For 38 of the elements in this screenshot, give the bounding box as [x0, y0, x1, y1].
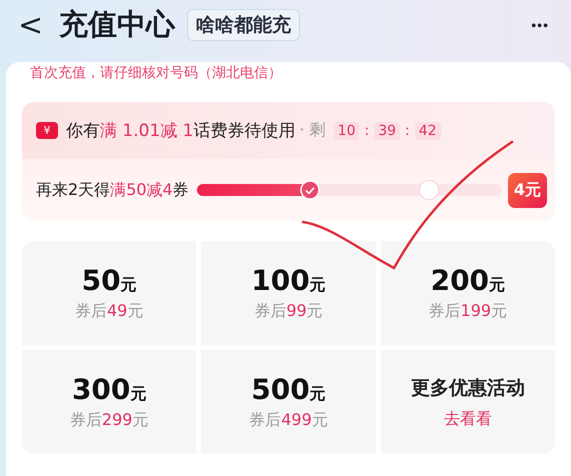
discounted-price: 券后99元 — [254, 301, 323, 322]
amount-value: 100 — [251, 264, 310, 297]
amount-value: 500 — [251, 373, 310, 406]
more-button[interactable]: ••• — [531, 17, 549, 33]
notice-text: 首次充值，请仔细核对号码（湖北电信） — [29, 64, 283, 83]
amount-tile[interactable]: 500元 券后499元 — [201, 350, 376, 454]
discounted-price: 券后199元 — [428, 301, 508, 322]
amount-tile[interactable]: 50元 券后49元 — [22, 241, 196, 345]
back-button[interactable]: < — [14, 8, 48, 42]
amount-value: 300 — [72, 373, 130, 406]
promo-link[interactable]: 去看看 — [444, 408, 492, 430]
amount-tile[interactable]: 300元 券后299元 — [22, 350, 196, 454]
yen-icon: ¥ — [36, 122, 58, 139]
countdown-digits: 42 — [414, 122, 441, 140]
amount-unit: 元 — [310, 384, 326, 405]
discounted-price: 券后299元 — [70, 410, 148, 431]
countdown-separator: : — [404, 122, 411, 138]
countdown-digits: 10 — [334, 122, 360, 140]
countdown-digits: 39 — [374, 122, 400, 140]
discounted-price: 券后499元 — [249, 410, 328, 431]
coupon-text: 你有满 1.01减 1话费券待使用 — [66, 120, 296, 142]
slogan-badge: 啥啥都能充 — [187, 9, 300, 41]
countdown-separator: : — [363, 122, 370, 138]
amount-tile[interactable]: 更多优惠活动 去看看 — [380, 350, 555, 454]
remaining-label: · 剩 — [299, 120, 326, 141]
amount-value: 50 — [82, 264, 121, 297]
promo-title: 更多优惠活动 — [410, 376, 525, 400]
amount-unit: 元 — [120, 275, 137, 296]
progress-text: 再来2天得满50减4券 — [36, 180, 189, 200]
amount-tile[interactable]: 200元 券后199元 — [380, 241, 555, 345]
discounted-price: 券后49元 — [74, 301, 144, 322]
reward-badge: 4元 — [508, 172, 547, 208]
amount-unit: 元 — [130, 384, 146, 405]
amount-value: 200 — [430, 264, 490, 297]
amount-unit: 元 — [310, 275, 326, 296]
amount-unit: 元 — [489, 275, 506, 296]
page-title: 充值中心 — [59, 6, 176, 43]
amount-tile[interactable]: 100元 券后99元 — [201, 241, 376, 345]
